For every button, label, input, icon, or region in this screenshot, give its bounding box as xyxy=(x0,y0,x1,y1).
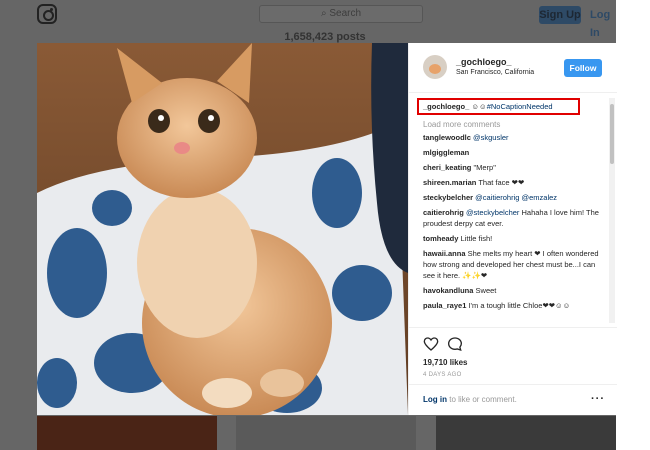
comment-username[interactable]: tomheady xyxy=(423,234,458,243)
likes-count[interactable]: 19,710 likes xyxy=(423,358,467,367)
comment-text: "Merp" xyxy=(473,163,496,172)
comment-login-row: Log in to like or comment. ··· xyxy=(409,384,617,416)
comment-item: mlgiggleman xyxy=(423,147,605,158)
comment-username[interactable]: mlgiggleman xyxy=(423,148,469,157)
comment-item: tanglewoodlc @skgusler xyxy=(423,132,605,143)
comment-item: hawaii.anna She melts my heart ❤ I often… xyxy=(423,248,605,281)
grid-thumbnail[interactable] xyxy=(436,416,616,450)
screen: ⌕ Search Sign Up Log In 1,658,423 posts xyxy=(0,0,650,450)
login-suffix-text: to like or comment. xyxy=(447,395,517,404)
post-side-panel: _gochloego_ San Francisco, California Fo… xyxy=(408,43,617,415)
comment-username[interactable]: steckybelcher xyxy=(423,193,473,202)
comment-item: havokandluna Sweet xyxy=(423,285,605,296)
posts-count: 1,658,423 posts xyxy=(284,31,366,43)
comment-text: That face ❤❤ xyxy=(478,178,525,187)
comment-username[interactable]: hawaii.anna xyxy=(423,249,466,258)
caption-hashtag[interactable]: #NoCaptionNeeded xyxy=(487,102,553,111)
login-prompt: Log in to like or comment. xyxy=(423,395,517,404)
comment-item: tomheady Little fish! xyxy=(423,233,605,244)
post-location[interactable]: San Francisco, California xyxy=(456,69,534,76)
comment-mention[interactable]: @caitierohrig @emzalez xyxy=(475,193,557,202)
comment-username[interactable]: cheri_keating xyxy=(423,163,471,172)
grid-thumbnail[interactable] xyxy=(236,416,416,450)
comment-item: caitierohrig @steckybelcher Hahaha I lov… xyxy=(423,207,605,229)
comment-item: cheri_keating "Merp" xyxy=(423,162,605,173)
comment-item: steckybelcher @caitierohrig @emzalez xyxy=(423,192,605,203)
comments-scrollbar-thumb[interactable] xyxy=(610,104,614,164)
post-photo[interactable] xyxy=(37,43,408,415)
post-caption: _gochloego_ ☺☺#NoCaptionNeeded xyxy=(423,102,553,111)
follow-button[interactable]: Follow xyxy=(564,59,602,77)
grid-thumbnail[interactable] xyxy=(37,416,217,450)
comment-list: tanglewoodlc @skgusler mlgiggleman cheri… xyxy=(423,132,605,315)
post-timestamp: 4 DAYS AGO xyxy=(423,372,462,378)
comment-username[interactable]: caitierohrig xyxy=(423,208,464,217)
post-actions: 19,710 likes 4 DAYS AGO Log in to like o… xyxy=(409,327,617,415)
comment-item: paula_raye1 I'm a tough little Chloe❤❤☺☺ xyxy=(423,300,605,311)
comment-mention[interactable]: @skgusler xyxy=(473,133,509,142)
post-header: _gochloego_ San Francisco, California Fo… xyxy=(409,43,617,93)
comments-section: _gochloego_ ☺☺#NoCaptionNeeded Load more… xyxy=(409,94,617,326)
login-link[interactable]: Log in xyxy=(423,395,447,404)
comment-username[interactable]: havokandluna xyxy=(423,286,473,295)
post-username[interactable]: _gochloego_ xyxy=(456,57,512,67)
avatar[interactable] xyxy=(423,55,447,79)
comment-text: I'm a tough little Chloe❤❤☺☺ xyxy=(468,301,571,310)
heart-icon[interactable] xyxy=(423,336,439,352)
comment-item: shireen.marian That face ❤❤ xyxy=(423,177,605,188)
search-input[interactable]: ⌕ Search xyxy=(259,5,423,23)
comment-mention[interactable]: @steckybelcher xyxy=(466,208,519,217)
instagram-logo-icon[interactable] xyxy=(37,4,57,24)
comment-bubble-icon[interactable] xyxy=(447,336,463,352)
search-placeholder: Search xyxy=(329,8,362,19)
comment-username[interactable]: tanglewoodlc xyxy=(423,133,471,142)
more-options-icon[interactable]: ··· xyxy=(591,393,605,405)
signup-button[interactable]: Sign Up xyxy=(539,6,581,24)
comment-username[interactable]: paula_raye1 xyxy=(423,301,466,310)
post-modal: _gochloego_ San Francisco, California Fo… xyxy=(37,43,617,415)
caption-username[interactable]: _gochloego_ xyxy=(423,102,469,111)
cat-photo-image xyxy=(37,43,408,415)
comment-text: Little fish! xyxy=(460,234,493,243)
caption-emoji: ☺☺ xyxy=(471,102,487,111)
comment-username[interactable]: shireen.marian xyxy=(423,178,476,187)
comment-text: Sweet xyxy=(475,286,497,295)
load-more-comments-link[interactable]: Load more comments xyxy=(423,120,500,129)
